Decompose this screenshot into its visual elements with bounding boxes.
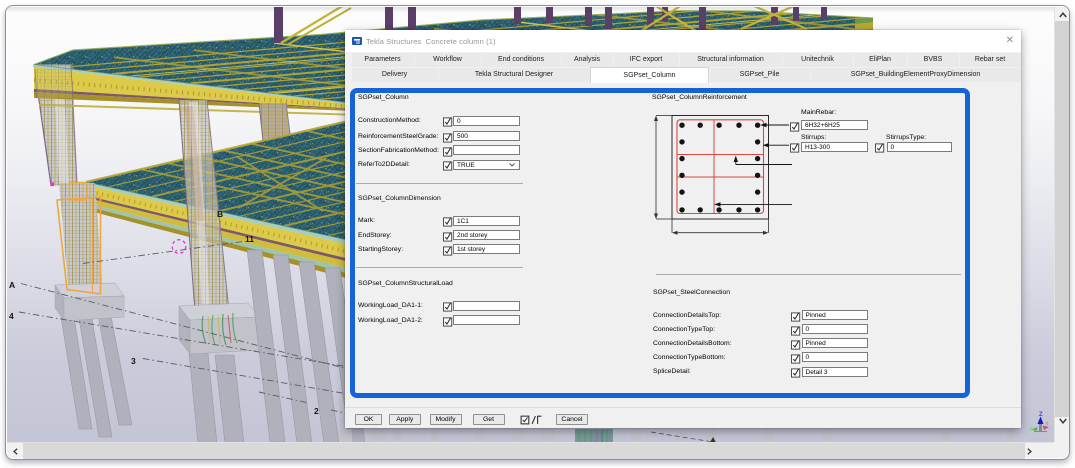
- svg-text:B: B: [217, 209, 223, 219]
- svg-text:4: 4: [9, 311, 14, 321]
- svg-text:Z: Z: [1039, 412, 1043, 418]
- svg-text:x: x: [1046, 421, 1049, 427]
- svg-text:3: 3: [131, 356, 136, 366]
- svg-text:A: A: [9, 280, 15, 290]
- svg-text:2: 2: [314, 406, 319, 416]
- svg-text:11: 11: [245, 234, 254, 244]
